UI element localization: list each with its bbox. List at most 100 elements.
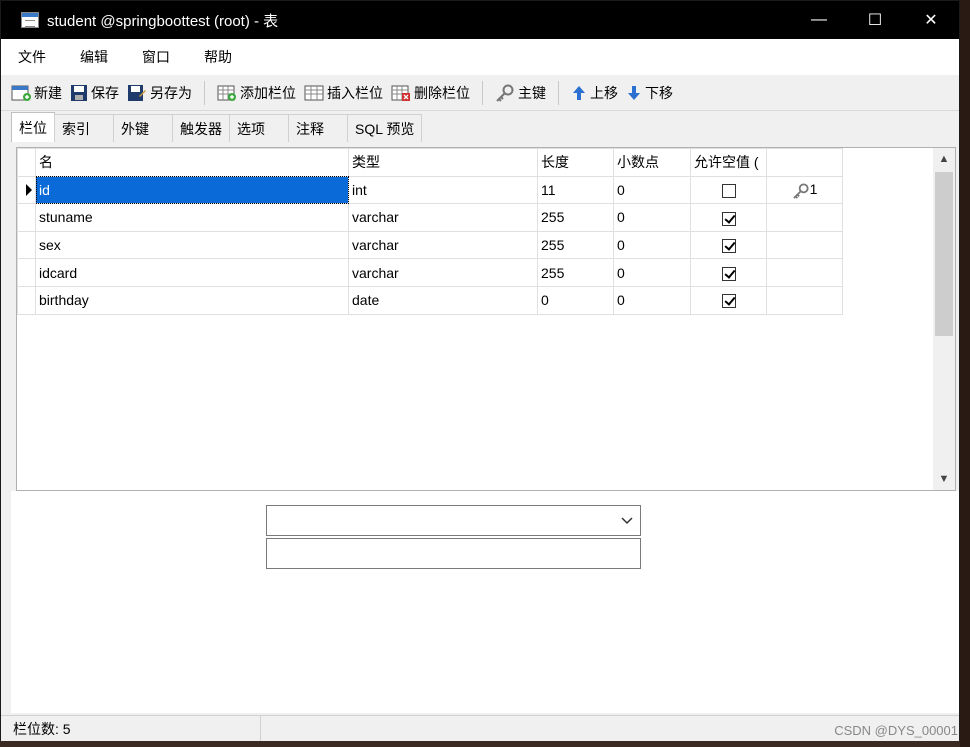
cell-decimals[interactable]: 0 [613, 175, 691, 205]
columns-grid: 名 类型 长度 小数点 允许空值 ( id int 11 0 1 stuname… [16, 147, 956, 491]
move-down-button[interactable]: 下移 [622, 78, 677, 108]
table-row[interactable]: stuname varchar 255 0 [17, 203, 843, 232]
cell-key[interactable] [766, 203, 843, 232]
status-bar: 栏位数: 5 [1, 715, 959, 741]
cell-length[interactable]: 255 [537, 258, 614, 287]
title-bar[interactable]: student @springboottest (root) - 表 — ☐ ✕ [1, 1, 959, 39]
cell-type[interactable]: varchar [348, 258, 538, 287]
header-name[interactable]: 名 [35, 148, 349, 177]
header-type[interactable]: 类型 [348, 148, 538, 177]
menu-edit[interactable]: 编辑 [63, 47, 125, 67]
table-row[interactable]: sex varchar 255 0 [17, 230, 843, 260]
tab-indexes[interactable]: 索引 [54, 114, 114, 142]
cell-name[interactable]: idcard [35, 258, 349, 287]
tab-sql-preview[interactable]: SQL 预览 [347, 114, 423, 142]
row-indicator [17, 203, 36, 232]
property-dropdown[interactable] [266, 505, 641, 536]
arrow-down-icon [628, 85, 640, 100]
cell-type[interactable]: int [348, 175, 538, 205]
close-button[interactable]: ✕ [903, 1, 959, 39]
cell-decimals[interactable]: 0 [613, 203, 691, 232]
row-indicator [17, 285, 36, 315]
primary-key-label: 主键 [518, 84, 546, 101]
cell-nullable[interactable] [690, 258, 767, 287]
menu-bar: 文件 编辑 窗口 帮助 [1, 39, 959, 75]
maximize-button[interactable]: ☐ [847, 1, 903, 39]
menu-file[interactable]: 文件 [1, 47, 63, 67]
insert-column-label: 插入栏位 [327, 84, 383, 101]
toolbar-separator [482, 80, 483, 105]
scroll-up-icon[interactable]: ▲ [933, 148, 955, 170]
delete-column-icon [391, 85, 410, 101]
delete-column-button[interactable]: 删除栏位 [387, 78, 474, 108]
vertical-scrollbar[interactable]: ▲ ▼ [933, 148, 955, 490]
new-button[interactable]: 新建 [7, 78, 66, 108]
menu-window[interactable]: 窗口 [125, 47, 187, 67]
cell-length[interactable]: 0 [537, 285, 614, 315]
header-length[interactable]: 长度 [537, 148, 614, 177]
cell-key[interactable] [766, 230, 843, 260]
cell-name[interactable]: stuname [35, 203, 349, 232]
cell-nullable[interactable] [690, 230, 767, 260]
cell-length[interactable]: 255 [537, 203, 614, 232]
row-indicator [17, 258, 36, 287]
cell-nullable[interactable] [690, 175, 767, 205]
toolbar-separator [204, 80, 205, 105]
scrollbar-thumb[interactable] [935, 172, 953, 336]
chevron-down-icon [621, 517, 633, 525]
row-indicator-header [17, 148, 36, 177]
cell-key[interactable] [766, 285, 843, 315]
cell-length[interactable]: 11 [537, 175, 614, 205]
table-row[interactable]: id int 11 0 1 [17, 175, 843, 205]
tab-columns[interactable]: 栏位 [11, 112, 55, 142]
new-table-icon [11, 85, 31, 101]
cell-type[interactable]: varchar [348, 230, 538, 260]
primary-key-button[interactable]: 主键 [491, 78, 550, 108]
cell-decimals[interactable]: 0 [613, 230, 691, 260]
key-order: 1 [809, 181, 818, 198]
cell-name[interactable]: sex [35, 230, 349, 260]
cell-name[interactable]: birthday [35, 285, 349, 315]
background-desktop [960, 0, 970, 747]
cell-nullable[interactable] [690, 285, 767, 315]
move-up-label: 上移 [590, 84, 618, 101]
cell-type[interactable]: date [348, 285, 538, 315]
tab-options[interactable]: 选项 [229, 114, 289, 142]
header-key[interactable] [766, 148, 843, 177]
table-row[interactable]: idcard varchar 255 0 [17, 258, 843, 287]
add-column-label: 添加栏位 [240, 84, 296, 101]
cell-decimals[interactable]: 0 [613, 285, 691, 315]
cell-nullable[interactable] [690, 203, 767, 232]
tab-comment[interactable]: 注释 [288, 114, 348, 142]
table-designer-window: student @springboottest (root) - 表 — ☐ ✕… [0, 0, 960, 741]
table-row[interactable]: birthday date 0 0 [17, 285, 843, 315]
move-up-button[interactable]: 上移 [567, 78, 622, 108]
insert-column-icon [304, 85, 324, 100]
tab-triggers[interactable]: 触发器 [172, 114, 230, 142]
nullable-checkbox[interactable] [721, 184, 736, 199]
save-as-button[interactable]: 另存为 [123, 78, 196, 108]
tab-foreign-keys[interactable]: 外键 [113, 114, 173, 142]
delete-column-label: 删除栏位 [414, 84, 470, 101]
row-indicator [17, 230, 36, 260]
scroll-down-icon[interactable]: ▼ [933, 468, 955, 490]
cell-type[interactable]: varchar [348, 203, 538, 232]
insert-column-button[interactable]: 插入栏位 [300, 78, 387, 108]
save-button[interactable]: 保存 [66, 78, 123, 108]
header-nullable[interactable]: 允许空值 ( [690, 148, 767, 177]
cell-name[interactable]: id [35, 175, 349, 205]
cell-key[interactable] [766, 258, 843, 287]
cell-key[interactable]: 1 [766, 175, 843, 205]
nullable-checkbox[interactable] [721, 266, 736, 281]
header-decimals[interactable]: 小数点 [613, 148, 691, 177]
tab-strip: 栏位 索引 外键 触发器 选项 注释 SQL 预览 [11, 112, 423, 142]
property-input[interactable] [266, 538, 641, 569]
nullable-checkbox[interactable] [721, 211, 736, 226]
add-column-button[interactable]: 添加栏位 [213, 78, 300, 108]
nullable-checkbox[interactable] [721, 294, 736, 309]
menu-help[interactable]: 帮助 [187, 47, 249, 67]
cell-length[interactable]: 255 [537, 230, 614, 260]
cell-decimals[interactable]: 0 [613, 258, 691, 287]
nullable-checkbox[interactable] [721, 239, 736, 254]
minimize-button[interactable]: — [791, 1, 847, 39]
